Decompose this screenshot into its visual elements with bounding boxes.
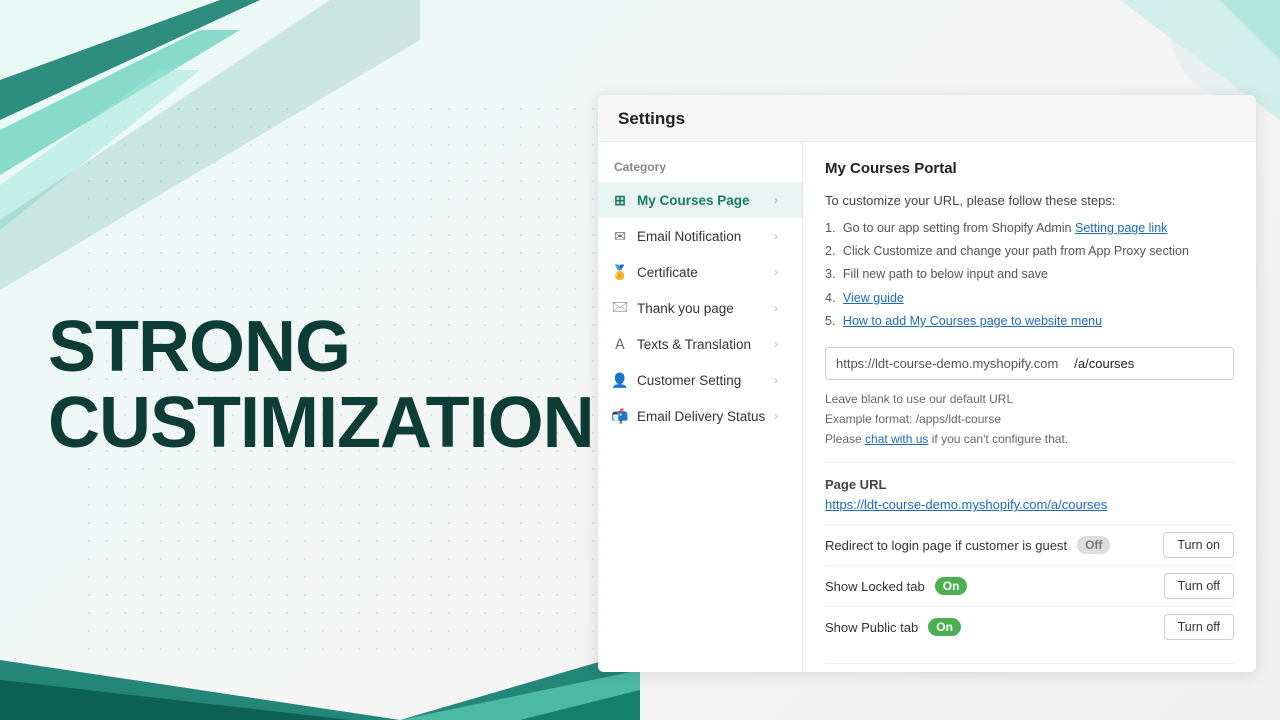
category-label: Category: [598, 150, 802, 182]
show-public-toggle-button[interactable]: Turn off: [1164, 614, 1234, 640]
instruction-step-3: 3. Fill new path to below input and save: [825, 263, 1234, 286]
page-url-label: Page URL: [825, 477, 1234, 492]
view-guide-link[interactable]: View guide: [843, 291, 904, 305]
sidebar-item-thank-you-page[interactable]: 🖂 Thank you page ›: [598, 290, 802, 326]
content-area: My Courses Portal To customize your URL,…: [803, 142, 1256, 672]
redirect-toggle-button[interactable]: Turn on: [1163, 532, 1234, 558]
show-public-toggle-row: Show Public tab On Turn off: [825, 606, 1234, 647]
redirect-toggle-row: Redirect to login page if customer is gu…: [825, 524, 1234, 565]
sidebar-label-customer-setting: Customer Setting: [637, 373, 741, 388]
chevron-right-icon: ›: [774, 193, 788, 207]
chevron-right-icon: ›: [774, 265, 788, 279]
settings-body: Category ⊞ My Courses Page › ✉ Email Not…: [598, 142, 1256, 672]
settings-header: Settings: [598, 95, 1256, 142]
chevron-right-icon: ›: [774, 337, 788, 351]
sidebar-label-email-delivery-status: Email Delivery Status: [637, 409, 765, 424]
chevron-right-icon: ›: [774, 409, 788, 423]
sidebar-label-my-courses-page: My Courses Page: [637, 193, 750, 208]
customer-icon: 👤: [612, 372, 628, 388]
email-icon: ✉: [612, 228, 628, 244]
top-left-decoration: [0, 0, 420, 300]
sidebar-item-email-delivery-status[interactable]: 📬 Email Delivery Status ›: [598, 398, 802, 434]
hero-line-1: STRONG: [48, 310, 594, 386]
show-locked-toggle-row: Show Locked tab On Turn off: [825, 565, 1234, 606]
certificate-icon: 🏅: [612, 264, 628, 280]
instruction-heading: To customize your URL, please follow the…: [825, 191, 1234, 211]
sidebar-item-texts-translation[interactable]: Ａ Texts & Translation ›: [598, 326, 802, 362]
instruction-step-1: 1. Go to our app setting from Shopify Ad…: [825, 217, 1234, 240]
instruction-step-5: 5. How to add My Courses page to website…: [825, 310, 1234, 333]
category-sidebar: Category ⊞ My Courses Page › ✉ Email Not…: [598, 142, 803, 672]
portal-section-title: My Courses Portal: [825, 160, 1234, 177]
url-input-row: https://ldt-course-demo.myshopify.com: [825, 347, 1234, 380]
url-base-display: https://ldt-course-demo.myshopify.com: [826, 348, 1068, 379]
chat-with-us-link[interactable]: chat with us: [865, 432, 928, 446]
hint-1: Leave blank to use our default URL: [825, 390, 1234, 408]
sidebar-item-certificate[interactable]: 🏅 Certificate ›: [598, 254, 802, 290]
bottom-left-decoration: [0, 570, 640, 720]
sidebar-label-certificate: Certificate: [637, 265, 698, 280]
setting-page-link[interactable]: Setting page link: [1075, 221, 1167, 235]
instruction-list: 1. Go to our app setting from Shopify Ad…: [825, 217, 1234, 334]
chevron-right-icon: ›: [774, 373, 788, 387]
redirect-label: Redirect to login page if customer is gu…: [825, 538, 1067, 553]
add-courses-menu-link[interactable]: How to add My Courses page to website me…: [843, 314, 1102, 328]
sidebar-item-my-courses-page[interactable]: ⊞ My Courses Page ›: [598, 182, 802, 218]
settings-title: Settings: [618, 109, 685, 128]
sidebar-label-texts-translation: Texts & Translation: [637, 337, 751, 352]
settings-panel: Settings Category ⊞ My Courses Page › ✉ …: [598, 95, 1256, 672]
sidebar-label-email-notification: Email Notification: [637, 229, 741, 244]
text-icon: Ａ: [612, 336, 628, 352]
thankyou-icon: 🖂: [612, 300, 628, 316]
divider-1: [825, 462, 1234, 463]
hint-3: Please chat with us if you can't configu…: [825, 430, 1234, 448]
show-locked-toggle-button[interactable]: Turn off: [1164, 573, 1234, 599]
page-url-link[interactable]: https://ldt-course-demo.myshopify.com/a/…: [825, 497, 1107, 512]
hint-2: Example format: /apps/ldt-course: [825, 410, 1234, 428]
chevron-right-icon: ›: [774, 229, 788, 243]
show-locked-status-badge: On: [935, 577, 968, 595]
sidebar-item-email-notification[interactable]: ✉ Email Notification ›: [598, 218, 802, 254]
style-section-title: Style Setting: [825, 663, 1234, 672]
instruction-step-4: 4. View guide: [825, 287, 1234, 310]
show-public-status-badge: On: [928, 618, 961, 636]
grid-icon: ⊞: [612, 192, 628, 208]
hero-line-2: CUSTIMIZATION: [48, 386, 594, 462]
sidebar-item-customer-setting[interactable]: 👤 Customer Setting ›: [598, 362, 802, 398]
show-public-label: Show Public tab: [825, 620, 918, 635]
chevron-right-icon: ›: [774, 301, 788, 315]
sidebar-label-thank-you-page: Thank you page: [637, 301, 734, 316]
redirect-status-badge: Off: [1077, 536, 1110, 554]
url-path-input[interactable]: [1068, 348, 1234, 379]
show-locked-label: Show Locked tab: [825, 579, 925, 594]
delivery-icon: 📬: [612, 408, 628, 424]
instruction-step-2: 2. Click Customize and change your path …: [825, 240, 1234, 263]
hero-text-block: STRONG CUSTIMIZATION: [48, 310, 594, 461]
